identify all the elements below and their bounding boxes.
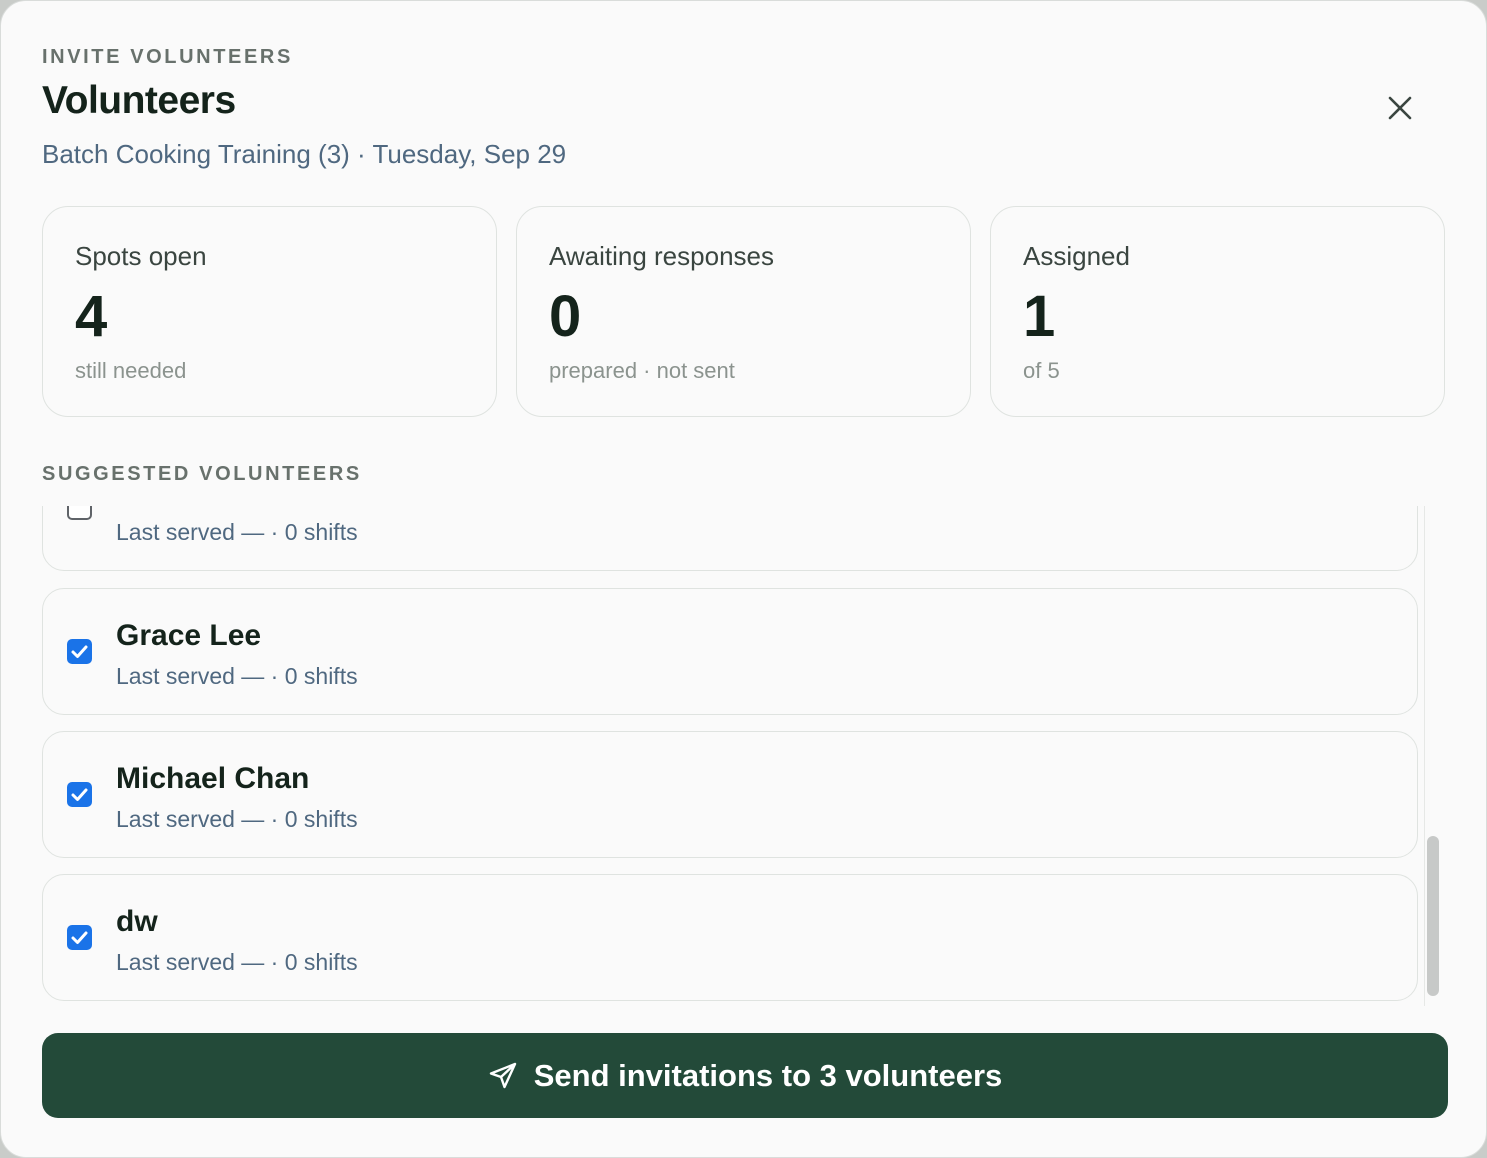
volunteer-checkbox[interactable] <box>67 506 92 520</box>
volunteer-checkbox[interactable] <box>67 782 92 807</box>
check-icon <box>71 931 88 944</box>
stat-sub: still needed <box>75 358 187 383</box>
volunteer-name: Michael Chan <box>116 762 310 795</box>
stat-value: 1 <box>1023 284 1056 349</box>
volunteer-name: dw <box>116 905 158 938</box>
volunteer-card[interactable]: Grace Lee Last served — · 0 shifts <box>42 588 1418 715</box>
scrollbar-track <box>1424 506 1425 1006</box>
volunteer-card[interactable]: Michael Chan Last served — · 0 shifts <box>42 731 1418 858</box>
send-button-label: Send invitations to 3 volunteers <box>533 1057 1003 1093</box>
modal-eyebrow: INVITE VOLUNTEERS <box>42 46 293 68</box>
stat-label: Spots open <box>75 241 207 271</box>
modal-title: Volunteers <box>42 79 236 122</box>
stat-value: 0 <box>549 284 582 349</box>
stat-card-spots-open: Spots open 4 still needed <box>42 206 497 417</box>
volunteer-meta: Last served — · 0 shifts <box>116 949 358 975</box>
volunteer-checkbox[interactable] <box>67 925 92 950</box>
volunteer-card[interactable]: dw Last served — · 0 shifts <box>42 874 1418 1001</box>
check-icon <box>71 645 88 658</box>
stat-card-assigned: Assigned 1 of 5 <box>990 206 1445 417</box>
check-icon <box>71 788 88 801</box>
suggested-volunteers-list[interactable]: Last served — · 0 shifts Grace Lee Last … <box>42 506 1448 1006</box>
send-icon <box>488 1061 518 1091</box>
close-button[interactable] <box>1381 89 1419 127</box>
close-icon <box>1388 96 1412 120</box>
send-invitations-button[interactable]: Send invitations to 3 volunteers <box>42 1033 1448 1118</box>
list-scrollbar[interactable] <box>1424 506 1444 1006</box>
scrollbar-thumb[interactable] <box>1427 836 1439 996</box>
volunteer-name: Grace Lee <box>116 619 262 652</box>
stat-value: 4 <box>75 284 108 349</box>
stat-sub: of 5 <box>1023 358 1060 383</box>
stat-label: Assigned <box>1023 241 1130 271</box>
stat-card-awaiting-responses: Awaiting responses 0 prepared · not sent <box>516 206 971 417</box>
invite-volunteers-modal: INVITE VOLUNTEERS Volunteers Batch Cooki… <box>0 0 1487 1158</box>
volunteer-checkbox[interactable] <box>67 639 92 664</box>
volunteer-card[interactable]: Last served — · 0 shifts <box>42 506 1418 571</box>
stat-label: Awaiting responses <box>549 241 774 271</box>
suggested-volunteers-heading: SUGGESTED VOLUNTEERS <box>42 463 362 485</box>
volunteer-meta: Last served — · 0 shifts <box>116 663 358 689</box>
stat-sub: prepared · not sent <box>549 358 735 383</box>
volunteer-meta: Last served — · 0 shifts <box>116 519 358 545</box>
event-subtitle: Batch Cooking Training (3) · Tuesday, Se… <box>42 139 567 169</box>
volunteer-meta: Last served — · 0 shifts <box>116 806 358 832</box>
